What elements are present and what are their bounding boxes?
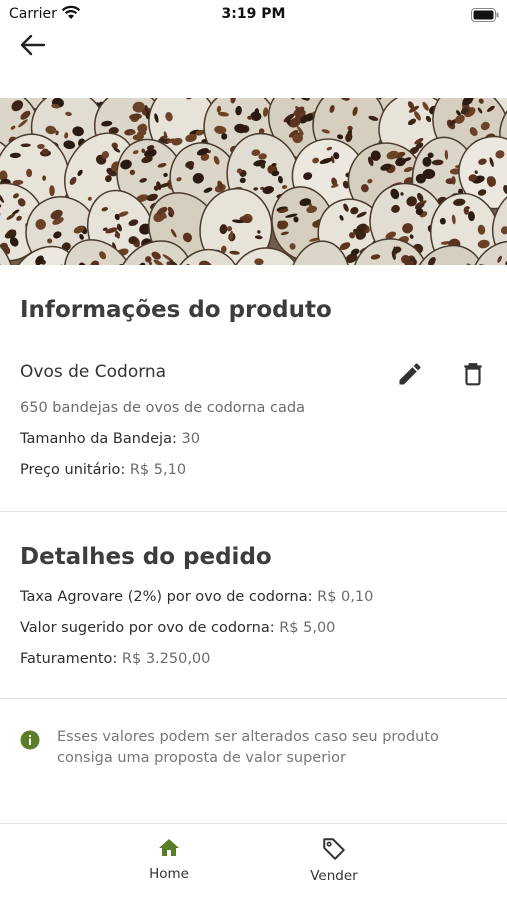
back-button[interactable] (18, 31, 50, 59)
unit-price-value: R$ 5,10 (129, 462, 187, 478)
clock: 3:19 PM (221, 6, 286, 22)
suggested-value-amount: R$ 5,00 (279, 620, 336, 636)
tray-size: Tamanho da Bandeja: 30 (20, 431, 200, 447)
divider (0, 511, 507, 512)
product-image (0, 98, 507, 265)
status-bar: Carrier 3:19 PM (0, 0, 507, 28)
product-name: Ovos de Codorna (20, 362, 167, 382)
trash-icon (464, 363, 482, 386)
revenue: Faturamento: R$ 3.250,00 (20, 651, 210, 667)
notice-line-1: Esses valores podem ser alterados caso s… (57, 729, 439, 745)
battery-icon (471, 7, 499, 26)
home-icon (159, 839, 179, 856)
suggested-value: Valor sugerido por ovo de codorna: R$ 5,… (20, 620, 335, 636)
delete-button[interactable] (460, 360, 486, 388)
nav-sell[interactable]: Vender (284, 836, 384, 891)
agrovare-fee-label: Taxa Agrovare (2%) por ovo de codorna: (20, 589, 313, 605)
product-info-title: Informações do produto (20, 297, 332, 323)
revenue-value: R$ 3.250,00 (121, 651, 211, 667)
divider (0, 698, 507, 699)
tray-size-label: Tamanho da Bandeja: (20, 431, 177, 447)
unit-price-label: Preço unitário: (20, 462, 126, 478)
notice-text: Esses valores podem ser alterados caso s… (57, 727, 487, 769)
arrow-left-icon (20, 34, 46, 56)
bottom-nav: Home Vender (0, 823, 507, 900)
nav-sell-label: Vender (310, 868, 358, 884)
suggested-value-label: Valor sugerido por ovo de codorna: (20, 620, 275, 636)
tag-icon (323, 838, 345, 860)
agrovare-fee: Taxa Agrovare (2%) por ovo de codorna: R… (20, 589, 373, 605)
unit-price: Preço unitário: R$ 5,10 (20, 462, 186, 478)
notice-line-2: consiga uma proposta de valor superior (57, 750, 347, 766)
revenue-label: Faturamento: (20, 651, 118, 667)
nav-home[interactable]: Home (119, 836, 219, 891)
product-description: 650 bandejas de ovos de codorna cada (20, 400, 305, 416)
edit-button[interactable] (396, 360, 424, 388)
pencil-icon (399, 363, 421, 385)
info-icon (20, 730, 40, 750)
nav-home-label: Home (149, 866, 189, 882)
agrovare-fee-value: R$ 0,10 (317, 589, 374, 605)
order-details-title: Detalhes do pedido (20, 544, 272, 570)
tray-size-value: 30 (181, 431, 200, 447)
